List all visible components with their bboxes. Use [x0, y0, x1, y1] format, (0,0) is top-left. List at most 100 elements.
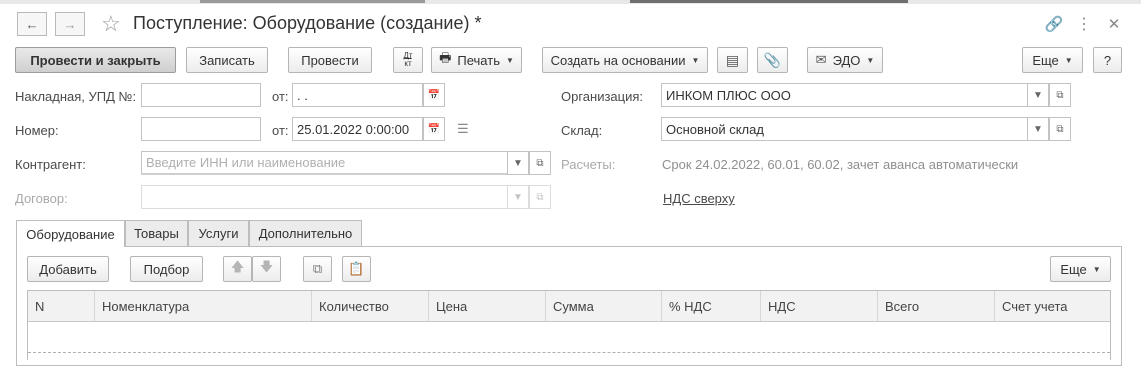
copy-icon: ⧉ [312, 261, 323, 276]
post-and-close-label: Провести и закрыть [30, 52, 161, 68]
warehouse-open-button[interactable]: ⧉ [1049, 117, 1071, 141]
create-based-on-label: Создать на основании [550, 52, 686, 68]
favorite-star-icon[interactable]: ☆ [101, 11, 121, 37]
document-date-calendar-button[interactable]: 📅 [423, 117, 445, 141]
contract-field [141, 185, 509, 209]
paperclip-icon: 📎 [763, 51, 782, 68]
more-button[interactable]: Еще ▼ [1022, 47, 1083, 73]
column-header-total[interactable]: Всего [878, 291, 995, 321]
counterparty-dropdown-button[interactable]: ▼ [507, 151, 529, 175]
invoice-number-field[interactable] [141, 83, 261, 107]
selection-button[interactable]: Подбор [130, 256, 203, 282]
column-header-sum[interactable]: Сумма [546, 291, 662, 321]
vat-on-top-link[interactable]: НДС сверху [663, 191, 735, 206]
post-and-close-button[interactable]: Провести и закрыть [15, 47, 176, 73]
warehouse-dropdown-button[interactable]: ▼ [1027, 117, 1049, 141]
organization-open-button[interactable]: ⧉ [1049, 83, 1071, 107]
window-tab-indicator [200, 0, 425, 3]
arrow-right-icon: → [63, 16, 77, 32]
chevron-down-icon: ▼ [1033, 123, 1043, 135]
post-label: Провести [301, 52, 359, 68]
arrow-down-icon: 🡇 [259, 259, 274, 274]
table-empty-row-divider [28, 352, 1110, 353]
move-up-button[interactable]: 🡅 [223, 256, 252, 282]
contract-open-button: ⧉ [529, 185, 551, 209]
comment-icon[interactable]: ☰ [457, 121, 469, 137]
chevron-down-icon: ▼ [513, 157, 523, 169]
open-icon: ⧉ [1056, 89, 1064, 101]
add-row-button[interactable]: Добавить [27, 256, 109, 282]
number-field[interactable] [141, 117, 261, 141]
open-icon: ⧉ [536, 191, 544, 203]
add-row-label: Добавить [39, 261, 97, 277]
tab-additional-label: Дополнительно [258, 226, 353, 241]
warehouse-field[interactable]: Основной склад [661, 117, 1029, 141]
invoice-date-field[interactable]: . . [292, 83, 423, 107]
close-icon[interactable]: ✕ [1104, 14, 1124, 34]
chevron-down-icon: ▼ [866, 55, 875, 65]
number-label: Номер: [15, 123, 59, 138]
calendar-icon: 📅 [427, 89, 441, 101]
calendar-icon: 📅 [427, 123, 441, 135]
forward-button[interactable]: → [55, 12, 85, 36]
write-label: Записать [199, 52, 255, 68]
edo-icon: ✉ [815, 52, 827, 67]
structure-button[interactable]: ▤ [717, 47, 748, 73]
organization-label: Организация: [561, 89, 644, 104]
create-based-on-button[interactable]: Создать на основании ▼ [542, 47, 708, 73]
arrow-left-icon: ← [25, 16, 39, 32]
help-label: ? [1103, 52, 1112, 68]
edo-button[interactable]: ✉ ЭДО ▼ [807, 47, 883, 73]
tab-goods-label: Товары [134, 226, 179, 241]
arrow-up-icon: 🡅 [230, 259, 245, 274]
print-label: Печать [457, 52, 500, 68]
selection-label: Подбор [143, 261, 190, 277]
tab-goods[interactable]: Товары [125, 220, 188, 246]
contract-label: Договор: [15, 191, 68, 206]
column-header-nomenclature[interactable]: Номенклатура [95, 291, 312, 321]
organization-field[interactable]: ИНКОМ ПЛЮС ООО [661, 83, 1029, 107]
more-vertical-icon[interactable]: ⋮ [1074, 14, 1094, 34]
tab-additional[interactable]: Дополнительно [249, 220, 362, 246]
page-title: Поступление: Оборудование (создание) * [133, 13, 482, 33]
table-header: N Номенклатура Количество Цена Сумма % Н… [28, 291, 1110, 322]
tab-equipment[interactable]: Оборудование [16, 220, 125, 247]
dt-kt-button[interactable]: Дт кт [393, 47, 423, 73]
tab-services[interactable]: Услуги [188, 220, 249, 246]
window-tab-indicator-active [630, 0, 908, 3]
copy-row-button[interactable]: ⧉ [303, 256, 332, 282]
print-button[interactable]: 🖶 Печать ▼ [431, 47, 522, 73]
column-header-vat-rate[interactable]: % НДС [662, 291, 761, 321]
write-button[interactable]: Записать [186, 47, 268, 73]
contract-dropdown-button: ▼ [507, 185, 529, 209]
paste-row-button[interactable]: 📋 [342, 256, 371, 282]
warehouse-label: Склад: [561, 123, 603, 138]
document-date-field[interactable]: 25.01.2022 0:00:00 [292, 117, 423, 141]
help-button[interactable]: ? [1093, 47, 1122, 73]
table-more-button[interactable]: Еще ▼ [1050, 256, 1111, 282]
tab-equipment-label: Оборудование [26, 226, 115, 242]
settlements-label: Расчеты: [561, 157, 616, 172]
paste-icon: 📋 [348, 261, 365, 276]
chevron-down-icon: ▼ [1092, 264, 1101, 274]
number-from-label: от: [272, 123, 289, 138]
table-more-label: Еще [1060, 261, 1087, 277]
post-button[interactable]: Провести [288, 47, 372, 73]
column-header-vat[interactable]: НДС [761, 291, 878, 321]
column-header-quantity[interactable]: Количество [312, 291, 429, 321]
link-icon[interactable]: 🔗 [1044, 14, 1064, 34]
chevron-down-icon: ▼ [1033, 89, 1043, 101]
counterparty-open-button[interactable]: ⧉ [529, 151, 551, 175]
invoice-from-label: от: [272, 89, 289, 104]
counterparty-input[interactable]: Введите ИНН или наименование [141, 151, 509, 175]
back-button[interactable]: ← [17, 12, 47, 36]
attach-button[interactable]: 📎 [757, 47, 788, 73]
column-header-n[interactable]: N [28, 291, 95, 321]
column-header-account[interactable]: Счет учета [995, 291, 1110, 321]
organization-dropdown-button[interactable]: ▼ [1027, 83, 1049, 107]
move-down-button[interactable]: 🡇 [252, 256, 281, 282]
column-header-price[interactable]: Цена [429, 291, 546, 321]
invoice-date-calendar-button[interactable]: 📅 [423, 83, 445, 107]
settlements-link[interactable]: Срок 24.02.2022, 60.01, 60.02, зачет ава… [662, 157, 1018, 172]
structure-icon: ▤ [725, 51, 740, 68]
